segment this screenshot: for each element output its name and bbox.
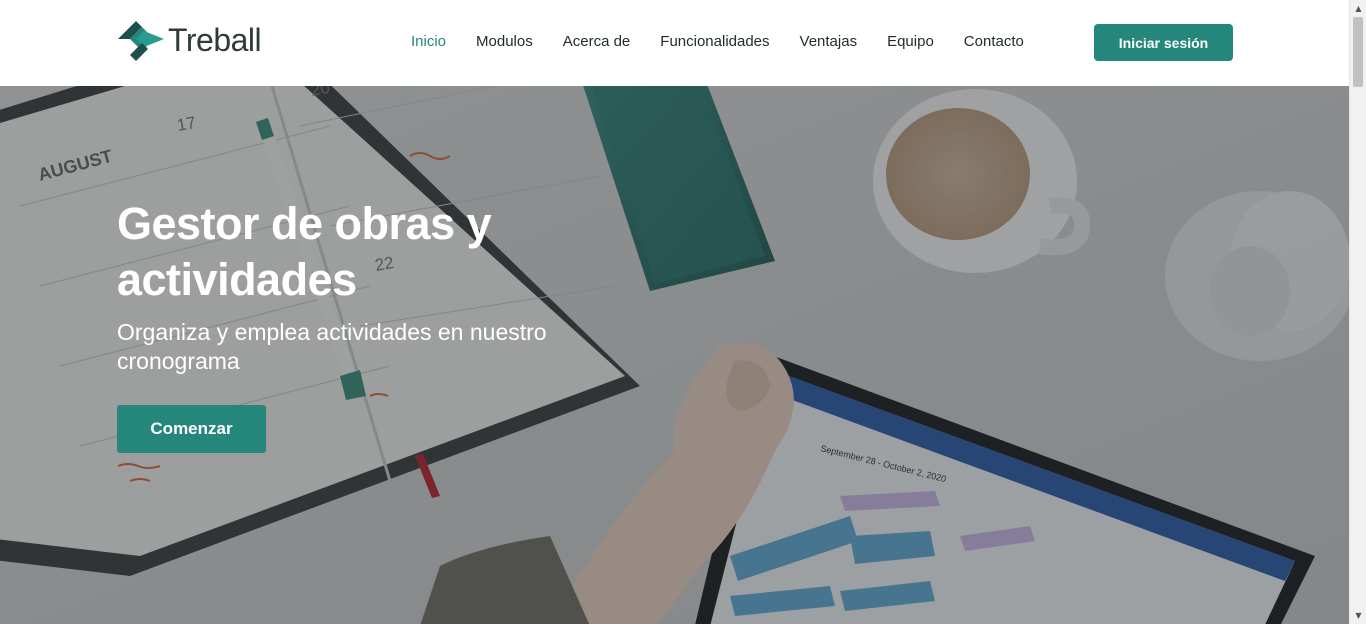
hero-title: Gestor de obras y actividades — [117, 198, 492, 305]
nav-item-acerca-de[interactable]: Acerca de — [563, 32, 631, 52]
brand-logo[interactable]: Treball — [116, 18, 262, 62]
treball-logo-icon — [118, 21, 164, 61]
nav-item-inicio[interactable]: Inicio — [411, 32, 446, 52]
page-scrollbar[interactable]: ▲ ▼ — [1349, 0, 1366, 624]
hero-section: AUGUST 17 20 22 September 28 - October 2… — [0, 86, 1349, 624]
nav-item-funcionalidades[interactable]: Funcionalidades — [660, 32, 769, 52]
main-nav: Inicio Modulos Acerca de Funcionalidades… — [411, 32, 1054, 52]
hero-subtitle: Organiza y emplea actividades en nuestro… — [117, 319, 547, 374]
brand-name: Treball — [168, 22, 262, 58]
scroll-up-icon[interactable]: ▲ — [1350, 0, 1366, 17]
nav-item-modulos[interactable]: Modulos — [476, 32, 533, 52]
site-header: Treball Inicio Modulos Acerca de Funcion… — [0, 0, 1349, 86]
nav-item-ventajas[interactable]: Ventajas — [800, 32, 858, 52]
scrollbar-thumb[interactable] — [1353, 17, 1363, 87]
scroll-down-icon[interactable]: ▼ — [1350, 607, 1366, 624]
start-button[interactable]: Comenzar — [117, 405, 266, 453]
nav-item-equipo[interactable]: Equipo — [887, 32, 934, 52]
login-button[interactable]: Iniciar sesión — [1094, 24, 1233, 61]
nav-item-contacto[interactable]: Contacto — [964, 32, 1024, 52]
